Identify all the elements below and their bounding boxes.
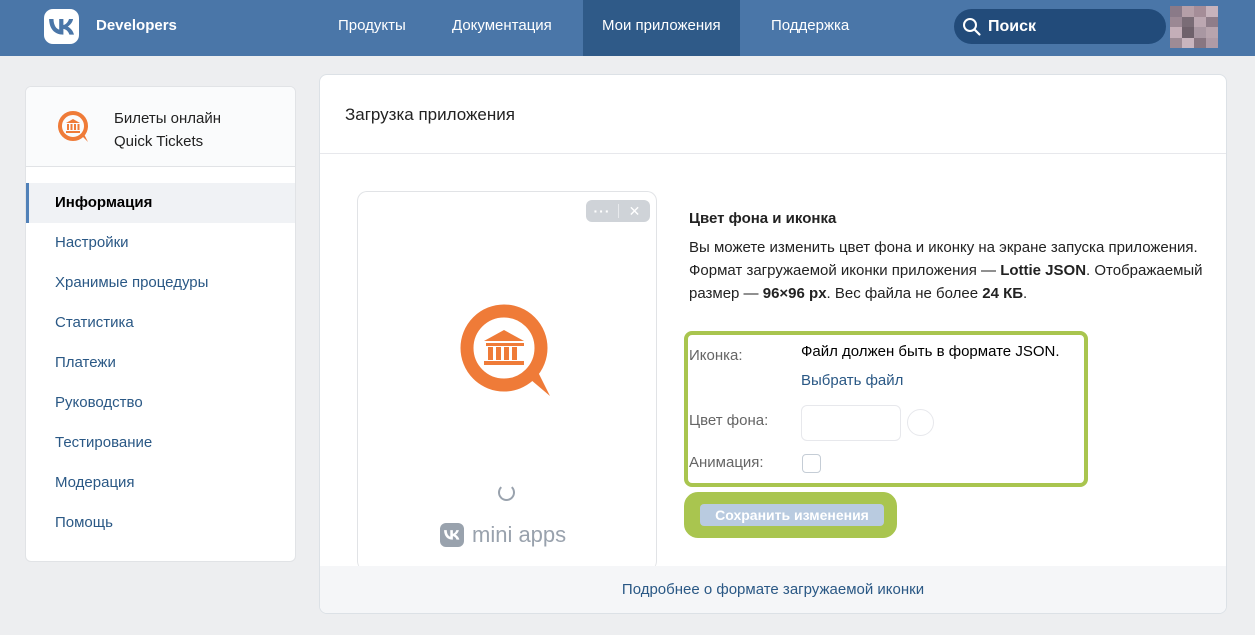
close-icon[interactable]: ✕ — [619, 203, 650, 220]
app-icon — [58, 111, 88, 142]
app-header[interactable]: Билеты онлайн Quick Tickets — [26, 87, 295, 167]
desc-part3: . Вес файла не более — [826, 285, 983, 302]
vk-mini-logo-icon — [440, 523, 464, 547]
sidebar-item-stored-procedures[interactable]: Хранимые процедуры — [26, 263, 295, 303]
sidebar-item-moderation[interactable]: Модерация — [26, 463, 295, 503]
page-title: Загрузка приложения — [345, 105, 515, 124]
app-sidebar: Билеты онлайн Quick Tickets Информация Н… — [25, 86, 296, 562]
loading-spinner-icon — [498, 484, 515, 501]
save-highlight: Сохранить изменения — [684, 492, 897, 538]
sidebar-item-payments[interactable]: Платежи — [26, 343, 295, 383]
bg-color-input[interactable] — [801, 405, 901, 441]
icon-label: Иконка: — [689, 347, 743, 364]
nav-support[interactable]: Поддержка — [752, 0, 868, 56]
more-icon[interactable]: ··· — [586, 202, 618, 220]
color-swatch[interactable] — [907, 409, 934, 436]
bg-color-label: Цвет фона: — [689, 412, 769, 429]
desc-size: 96×96 px — [762, 285, 827, 302]
desc-weight: 24 КБ — [982, 285, 1024, 302]
desc-format: Lottie JSON — [1000, 262, 1087, 279]
preview-controls: ··· ✕ — [586, 200, 650, 222]
app-name: Билеты онлайн Quick Tickets — [114, 107, 221, 153]
main-panel: Загрузка приложения ··· ✕ mini apps Цвет… — [319, 74, 1227, 614]
user-avatar[interactable] — [1170, 6, 1218, 48]
section-description: Вы можете изменить цвет фона и иконку на… — [689, 236, 1209, 305]
nav-my-apps[interactable]: Мои приложения — [583, 0, 740, 56]
top-header: Developers Продукты Документация Мои при… — [0, 0, 1255, 56]
sidebar-item-help[interactable]: Помощь — [26, 503, 295, 543]
search-input[interactable] — [988, 17, 1148, 36]
search-icon — [963, 17, 981, 36]
save-button[interactable]: Сохранить изменения — [700, 504, 884, 526]
mini-apps-text: mini apps — [472, 522, 567, 547]
animation-checkbox[interactable] — [802, 454, 821, 473]
sidebar-item-settings[interactable]: Настройки — [26, 223, 295, 263]
mini-apps-brand: mini apps — [440, 522, 566, 548]
brand-title[interactable]: Developers — [96, 17, 177, 34]
sidebar-item-stats[interactable]: Статистика — [26, 303, 295, 343]
icon-format-link[interactable]: Подробнее о формате загружаемой иконки — [622, 581, 924, 598]
app-name-en: Quick Tickets — [114, 133, 204, 150]
json-note: Файл должен быть в формате JSON. — [801, 343, 1060, 360]
app-name-ru: Билеты онлайн — [114, 110, 222, 127]
nav-documentation[interactable]: Документация — [433, 0, 571, 56]
nav-products[interactable]: Продукты — [319, 0, 425, 56]
vk-logo[interactable] — [44, 9, 79, 44]
preview-app-icon — [460, 304, 550, 396]
launch-preview: ··· ✕ mini apps — [357, 191, 657, 571]
choose-file-link[interactable]: Выбрать файл — [801, 372, 903, 389]
animation-label: Анимация: — [689, 454, 764, 471]
sidebar-item-info[interactable]: Информация — [26, 183, 295, 223]
search-box[interactable] — [954, 9, 1166, 44]
section-title: Цвет фона и иконка — [689, 210, 837, 227]
sidebar-item-testing[interactable]: Тестирование — [26, 423, 295, 463]
sidebar-item-guide[interactable]: Руководство — [26, 383, 295, 423]
desc-part4: . — [1023, 285, 1028, 302]
sidebar-menu: Информация Настройки Хранимые процедуры … — [26, 183, 295, 543]
footer-bar: Подробнее о формате загружаемой иконки — [320, 566, 1226, 613]
vk-logo-icon — [48, 18, 74, 35]
title-divider — [320, 153, 1226, 154]
